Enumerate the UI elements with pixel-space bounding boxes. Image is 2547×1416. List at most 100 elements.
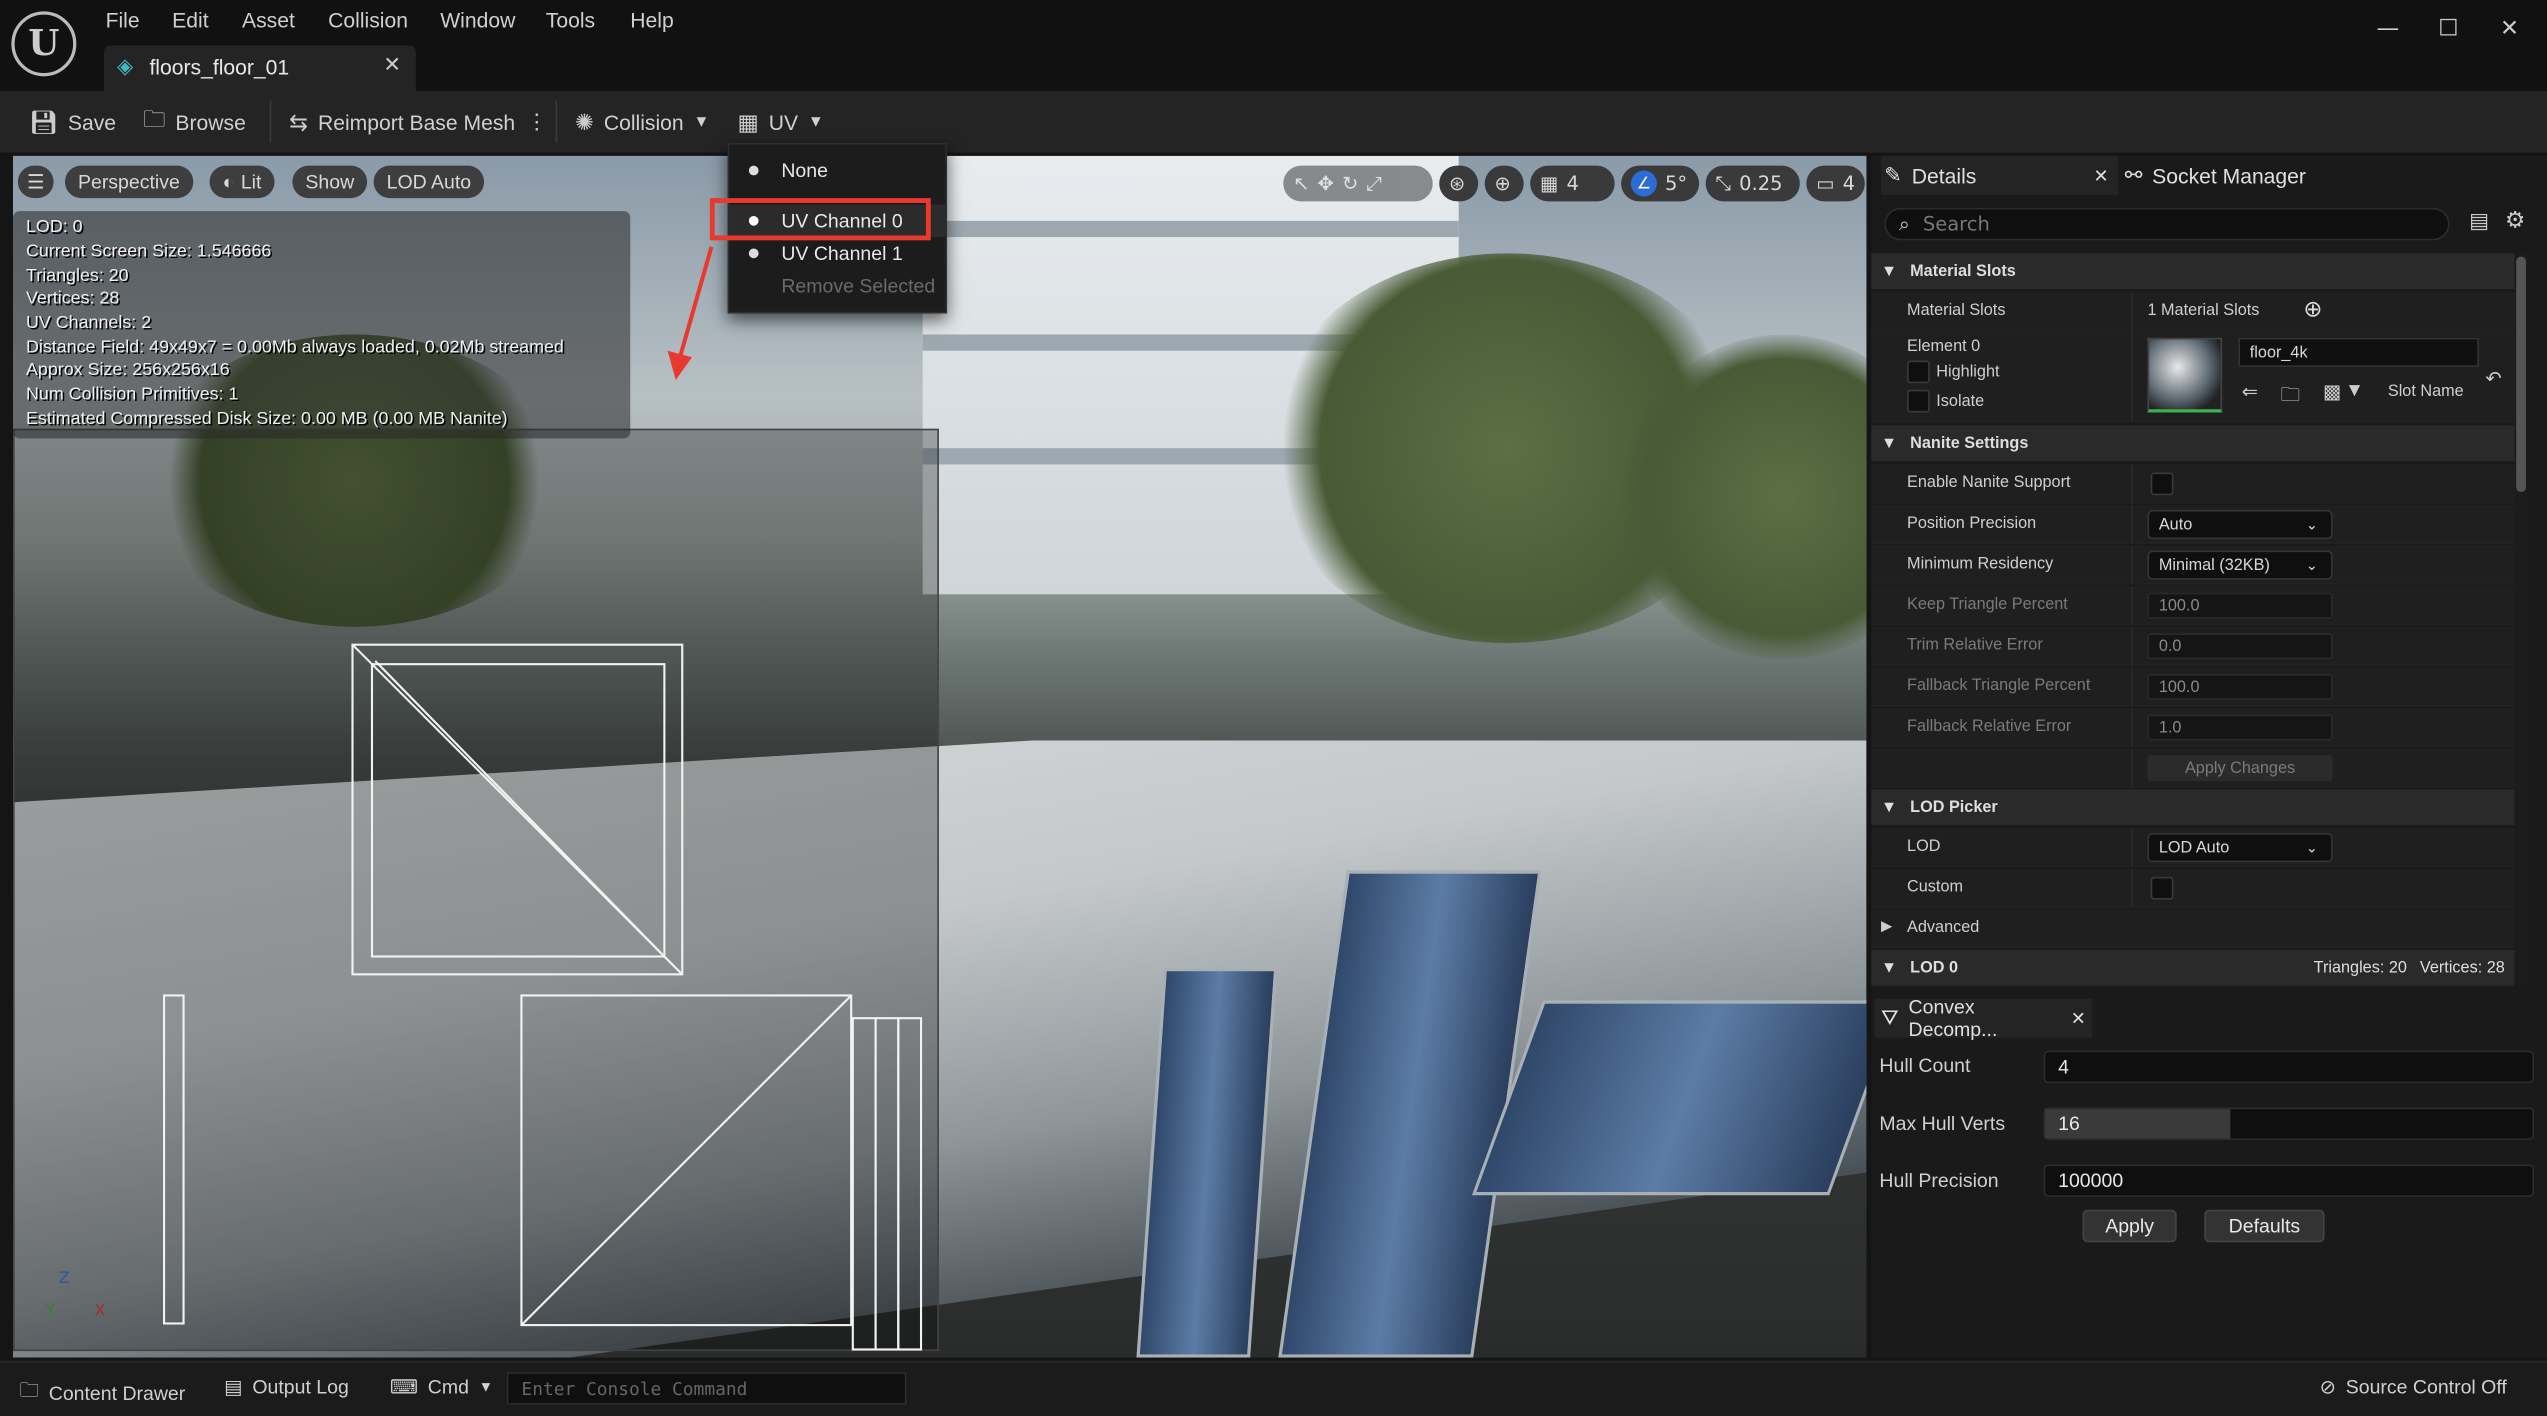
convex-decomp-tab[interactable]: ⛛ Convex Decomp... ✕: [1874, 995, 2093, 1041]
window-close-icon[interactable]: ✕: [2500, 16, 2519, 42]
stat-line: UV Channels: 2: [25, 313, 152, 333]
lit-button[interactable]: ◐ Lit: [209, 165, 275, 199]
menu-file[interactable]: File: [106, 8, 140, 32]
asset-tab[interactable]: ◈ floors_floor_01 ✕: [103, 45, 416, 91]
settings-gear-icon[interactable]: ⚙: [2505, 208, 2525, 234]
material-options-icon[interactable]: ▩: [2323, 380, 2341, 403]
minimum-residency-select[interactable]: Minimal (32KB) ⌄: [2147, 550, 2333, 580]
nanite-settings-header[interactable]: ▼ Nanite Settings: [1871, 425, 2515, 462]
scrollbar-thumb[interactable]: [2516, 256, 2526, 493]
save-icon: 💾︎: [29, 107, 59, 134]
uv-dropdown[interactable]: ▦ UV ▼: [737, 106, 823, 138]
menu-edit[interactable]: Edit: [172, 8, 208, 32]
close-icon[interactable]: ✕: [383, 54, 401, 78]
chevron-down-icon[interactable]: ▼: [2349, 383, 2360, 399]
enable-nanite-checkbox[interactable]: [2150, 472, 2174, 496]
transform-tools[interactable]: ↖ ✥ ↻ ⤢: [1283, 165, 1433, 202]
uv-layout-overlay: [12, 428, 939, 1352]
prop-label: Fallback Relative Error: [1907, 717, 2072, 736]
socket-tab-label: Socket Manager: [2152, 163, 2306, 188]
prop-label: Position Precision: [1907, 514, 2037, 533]
prop-label: LOD: [1907, 837, 1941, 856]
perspective-button[interactable]: Perspective: [64, 165, 193, 199]
material-slots-header[interactable]: ▼ Material Slots: [1871, 253, 2515, 290]
lod0-header[interactable]: ▼ LOD 0 Triangles: 20 Vertices: 28: [1871, 949, 2515, 986]
defaults-button[interactable]: Defaults: [2204, 1209, 2325, 1243]
show-button[interactable]: Show: [292, 165, 368, 199]
chevron-down-icon: ▼: [1881, 262, 1898, 281]
menu-window[interactable]: Window: [440, 8, 515, 32]
menu-collision[interactable]: Collision: [328, 8, 408, 32]
lod-select[interactable]: LOD Auto ⌄: [2147, 833, 2333, 863]
advanced-row[interactable]: ▶ Advanced: [1871, 909, 2515, 949]
input-value: 1.0: [2158, 718, 2182, 737]
menu-tools[interactable]: Tools: [546, 8, 595, 32]
camera-speed-button[interactable]: ▭ 4: [1806, 165, 1865, 202]
cmd-dropdown[interactable]: ⌨ Cmd ▼: [390, 1375, 493, 1398]
close-icon[interactable]: ✕: [2071, 1008, 2086, 1028]
scale-snap-button[interactable]: ⤡ 0.25: [1705, 165, 1800, 202]
more-options-icon[interactable]: ⋮: [526, 106, 547, 138]
lit-label: Lit: [240, 170, 262, 194]
reset-arrow-icon[interactable]: ↶: [2485, 367, 2501, 390]
camera-icon: ▭: [1816, 172, 1835, 195]
close-icon[interactable]: ✕: [2093, 165, 2108, 185]
use-selected-icon[interactable]: ⇐: [2242, 380, 2258, 403]
add-slot-icon[interactable]: ⊕: [2303, 297, 2322, 323]
output-log-button[interactable]: ▤ Output Log: [224, 1375, 349, 1398]
material-picker[interactable]: floor_4k: [2238, 337, 2479, 368]
apply-button[interactable]: Apply: [2082, 1209, 2177, 1243]
socket-manager-tab[interactable]: ⚯ Socket Manager: [2125, 156, 2306, 195]
uv-grid-icon: ▦: [737, 107, 759, 134]
fallback-error-input: 1.0: [2147, 714, 2333, 741]
browse-asset-icon[interactable]: 🗀: [2281, 380, 2301, 414]
grid-snap-button[interactable]: ▦ 4: [1530, 165, 1615, 202]
input-value: 4: [2058, 1055, 2069, 1079]
prop-label: Element 0: [1907, 337, 1981, 356]
viewport-options-button[interactable]: ☰: [17, 165, 54, 199]
max-hull-verts-slider[interactable]: 16: [2043, 1107, 2535, 1140]
bullet-icon: [748, 248, 759, 259]
isolate-checkbox[interactable]: [1907, 389, 1930, 413]
content-drawer-button[interactable]: 🗀 Content Drawer: [19, 1375, 185, 1409]
lod-button[interactable]: LOD Auto: [373, 165, 485, 199]
hull-count-input[interactable]: 4: [2043, 1050, 2535, 1084]
save-button[interactable]: 💾︎ Save: [29, 106, 116, 138]
uv-menu-channel-1[interactable]: UV Channel 1: [729, 237, 945, 269]
uv-menu-remove-selected: Remove Selected: [729, 270, 945, 302]
lod-picker-header[interactable]: ▼ LOD Picker: [1871, 789, 2515, 825]
world-local-button[interactable]: ⊕: [1484, 165, 1524, 202]
maximize-icon[interactable]: ☐: [2438, 16, 2458, 42]
toolbar-divider: [555, 100, 558, 143]
section-title: Material Slots: [1910, 262, 2016, 281]
details-tab[interactable]: ✎ Details ✕: [1881, 155, 2119, 195]
lod-label: LOD Auto: [386, 170, 472, 194]
uv-menu-label: UV Channel 1: [781, 241, 903, 265]
details-search[interactable]: ⌕ Search: [1884, 207, 2450, 241]
hull-precision-input[interactable]: 100000: [2043, 1164, 2535, 1197]
input-value: 100.0: [2158, 596, 2200, 615]
collision-dropdown[interactable]: ✺ Collision ▼: [575, 106, 709, 138]
uv-menu-label: Remove Selected: [781, 274, 936, 298]
table-view-icon[interactable]: ▤: [2469, 209, 2489, 233]
rotation-snap-button[interactable]: ∠ 5°: [1621, 165, 1700, 202]
uv-menu-none[interactable]: None: [729, 154, 945, 186]
section-title: LOD Picker: [1910, 798, 1998, 817]
position-precision-select[interactable]: Auto ⌄: [2147, 509, 2333, 540]
material-thumbnail[interactable]: [2147, 337, 2223, 413]
scrollbar-track[interactable]: [2514, 253, 2528, 985]
menu-asset[interactable]: Asset: [242, 8, 295, 32]
fallback-triangle-row: Fallback Triangle Percent 100.0: [1871, 667, 2515, 707]
surface-snap-button[interactable]: ⊛: [1439, 165, 1479, 202]
select-value: Auto: [2158, 515, 2193, 534]
browse-button[interactable]: 🗀 Browse: [143, 106, 246, 138]
minimize-icon[interactable]: —: [2376, 16, 2399, 42]
custom-checkbox[interactable]: [2150, 876, 2174, 900]
highlight-checkbox[interactable]: [1907, 360, 1930, 384]
console-input[interactable]: Enter Console Command: [506, 1372, 907, 1405]
camera-speed-value: 4: [1842, 172, 1856, 195]
unreal-logo-icon[interactable]: U: [11, 11, 77, 77]
reimport-base-mesh-button[interactable]: ⇆ Reimport Base Mesh: [289, 106, 515, 138]
menu-help[interactable]: Help: [630, 8, 673, 32]
source-control-button[interactable]: ⊘ Source Control Off: [2320, 1375, 2507, 1398]
